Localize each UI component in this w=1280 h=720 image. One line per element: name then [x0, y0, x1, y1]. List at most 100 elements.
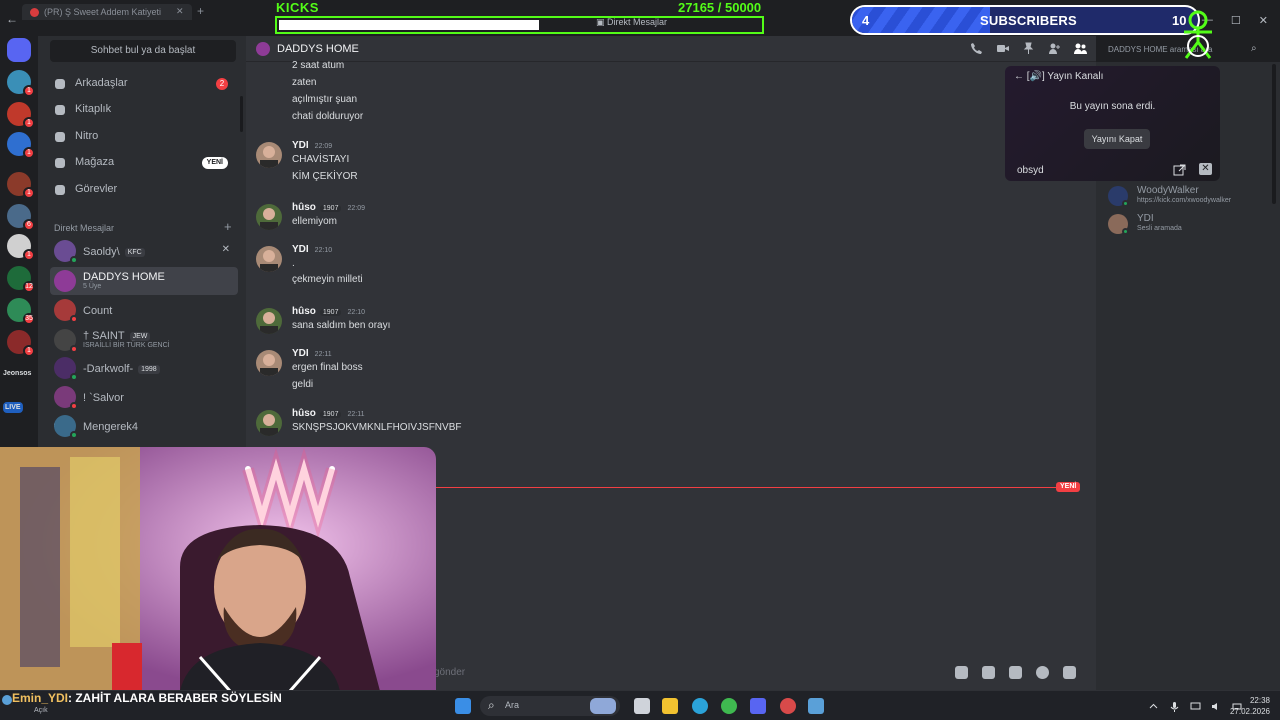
message-text: ellemiyom [292, 216, 338, 227]
stream-close-icon[interactable]: ✕ [1199, 163, 1212, 175]
sticker-icon[interactable] [1009, 666, 1022, 679]
message-text: KİM ÇEKİYOR [292, 171, 358, 182]
server-icon[interactable]: 12 [7, 266, 35, 293]
system-clock[interactable]: 22:38 27.02.2026 [1228, 695, 1270, 717]
message-timestamp: 22:11 [314, 351, 332, 358]
author-name[interactable]: hûso [292, 306, 316, 317]
popout-icon[interactable] [1173, 163, 1186, 176]
dm-item[interactable]: -Darkwolf- 1998 [50, 354, 238, 382]
server-icon[interactable]: 6 [7, 204, 35, 231]
nav-item-shop[interactable]: Mağaza YENİ [48, 151, 238, 175]
author-name[interactable]: YDI [292, 244, 309, 255]
dm-name-text: † SAINT [83, 330, 125, 342]
close-stream-button[interactable]: Yayını Kapat [1084, 129, 1150, 149]
dm-name: † SAINT JEW [83, 330, 151, 342]
message-avatar[interactable] [256, 204, 282, 230]
clock-date: 27.02.2026 [1229, 707, 1270, 716]
author-name[interactable]: YDI [292, 348, 309, 359]
search-icon[interactable]: ⌕ [1251, 43, 1257, 54]
pinned-messages-icon[interactable] [1022, 42, 1035, 55]
gif-icon[interactable] [982, 666, 995, 679]
server-icon[interactable]: 1 [7, 330, 35, 357]
nav-item-quests[interactable]: Görevler [48, 178, 238, 202]
microphone-icon[interactable] [1169, 699, 1180, 712]
message-author[interactable]: YDI 22:11 [292, 348, 332, 359]
windows-start-icon[interactable] [455, 698, 471, 714]
record-icon[interactable] [780, 698, 796, 714]
gift-icon[interactable] [955, 666, 968, 679]
server-icon[interactable]: 1 [7, 102, 35, 129]
add-friends-icon[interactable] [1048, 42, 1061, 55]
member-scrollbar[interactable] [1272, 64, 1276, 204]
sidebar-scrollbar[interactable] [240, 96, 243, 132]
dm-item[interactable]: ▸Mengerek4 [50, 412, 238, 440]
message-avatar[interactable] [256, 410, 282, 436]
dm-item[interactable]: Saoldy\ KFC ✕ [50, 237, 238, 265]
stream-back-button[interactable]: ← [🔊] Yayın Kanalı [1014, 71, 1103, 82]
server-icon[interactable]: 35 [7, 298, 35, 325]
back-arrow-icon[interactable]: ← [6, 12, 18, 26]
volume-icon[interactable] [1211, 699, 1222, 710]
subscribers-label: SUBSCRIBERS [980, 13, 1077, 28]
emoji-icon[interactable] [1036, 666, 1049, 679]
member-list-icon[interactable] [1074, 42, 1087, 55]
message-text: açılmıştır şuan [292, 94, 358, 105]
search-input[interactable]: Sohbet bul ya da başlat [50, 40, 236, 62]
taskbar-search-label: Ara [505, 700, 520, 710]
tray-expand-icon[interactable] [1148, 699, 1159, 710]
message-author[interactable]: hûso 1907 22:10 [292, 306, 365, 317]
message-avatar[interactable] [256, 246, 282, 272]
author-name[interactable]: hûso [292, 202, 316, 213]
nav-item-nitro[interactable]: Nitro [48, 125, 238, 149]
server-label[interactable]: LIVE [3, 402, 23, 413]
message-avatar[interactable] [256, 142, 282, 168]
maximize-button[interactable]: ☐ [1231, 14, 1241, 27]
nav-item-friends[interactable]: Arkadaşlar 2 [48, 72, 238, 96]
dm-name-text: Mengerek4 [83, 421, 139, 433]
wifi-icon[interactable] [1190, 699, 1201, 710]
steam-icon[interactable] [808, 698, 824, 714]
member-item[interactable]: WoodyWalker https://kick.com/xwoodywalker [1108, 184, 1278, 210]
dm-item[interactable]: ! `Salvor [50, 383, 238, 411]
server-icon[interactable]: 1 [7, 234, 35, 261]
server-icon[interactable]: 1 [7, 172, 35, 199]
server-icon[interactable]: 1 [7, 132, 35, 159]
dm-item[interactable]: † SAINT JEW ISRAİLLİ BİR TÜRK GENCİ [50, 326, 238, 354]
tab-close-icon[interactable]: ✕ [176, 6, 184, 17]
discord-icon[interactable] [750, 698, 766, 714]
apps-icon[interactable] [1063, 666, 1076, 679]
message-author[interactable]: YDI 22:09 [292, 140, 332, 151]
nav-item-library[interactable]: Kitaplık [48, 98, 238, 122]
file-explorer-icon[interactable] [662, 698, 678, 714]
new-tab-plus-icon[interactable]: + [197, 4, 204, 18]
member-item[interactable]: YDI Sesli aramada [1108, 212, 1278, 238]
status-indicator [1122, 200, 1129, 207]
dm-name-text: ! `Salvor [83, 392, 124, 404]
close-window-button[interactable]: ✕ [1259, 14, 1268, 27]
message-composer[interactable]: gönder [426, 662, 1086, 684]
discord-home-icon[interactable] [7, 38, 31, 62]
dm-item[interactable]: DADDYS HOME 5 Üye [50, 267, 238, 295]
message-avatar[interactable] [256, 350, 282, 376]
dm-item[interactable]: Count [50, 296, 238, 324]
browser-tab[interactable]: (PR) Ş Sweet Addem Katiyeti [22, 4, 192, 20]
voice-call-icon[interactable] [970, 42, 983, 55]
upwork-icon[interactable] [721, 698, 737, 714]
new-messages-divider [436, 487, 1076, 488]
server-label[interactable]: Jeonsos [3, 370, 31, 377]
edge-icon[interactable] [692, 698, 708, 714]
taskbar: Emin_YDI: ZAHİT ALARA BERABER SÖYLESİN A… [0, 690, 1280, 720]
author-name[interactable]: YDI [292, 140, 309, 151]
message-author[interactable]: hûso 1907 22:09 [292, 202, 365, 213]
taskbar-search[interactable]: ⌕ Ara [480, 696, 620, 716]
add-dm-plus-icon[interactable]: + [224, 219, 232, 234]
message-author[interactable]: YDI 22:10 [292, 244, 332, 255]
close-dm-icon[interactable]: ✕ [222, 244, 230, 255]
message-avatar[interactable] [256, 308, 282, 334]
video-call-icon[interactable] [996, 42, 1009, 55]
message-author[interactable]: hûso 1907 22:11 [292, 408, 364, 419]
author-name[interactable]: hûso [292, 408, 316, 419]
member-activity: Sesli aramada [1137, 225, 1182, 232]
server-icon[interactable]: 1 [7, 70, 35, 97]
task-view-icon[interactable] [634, 698, 650, 714]
